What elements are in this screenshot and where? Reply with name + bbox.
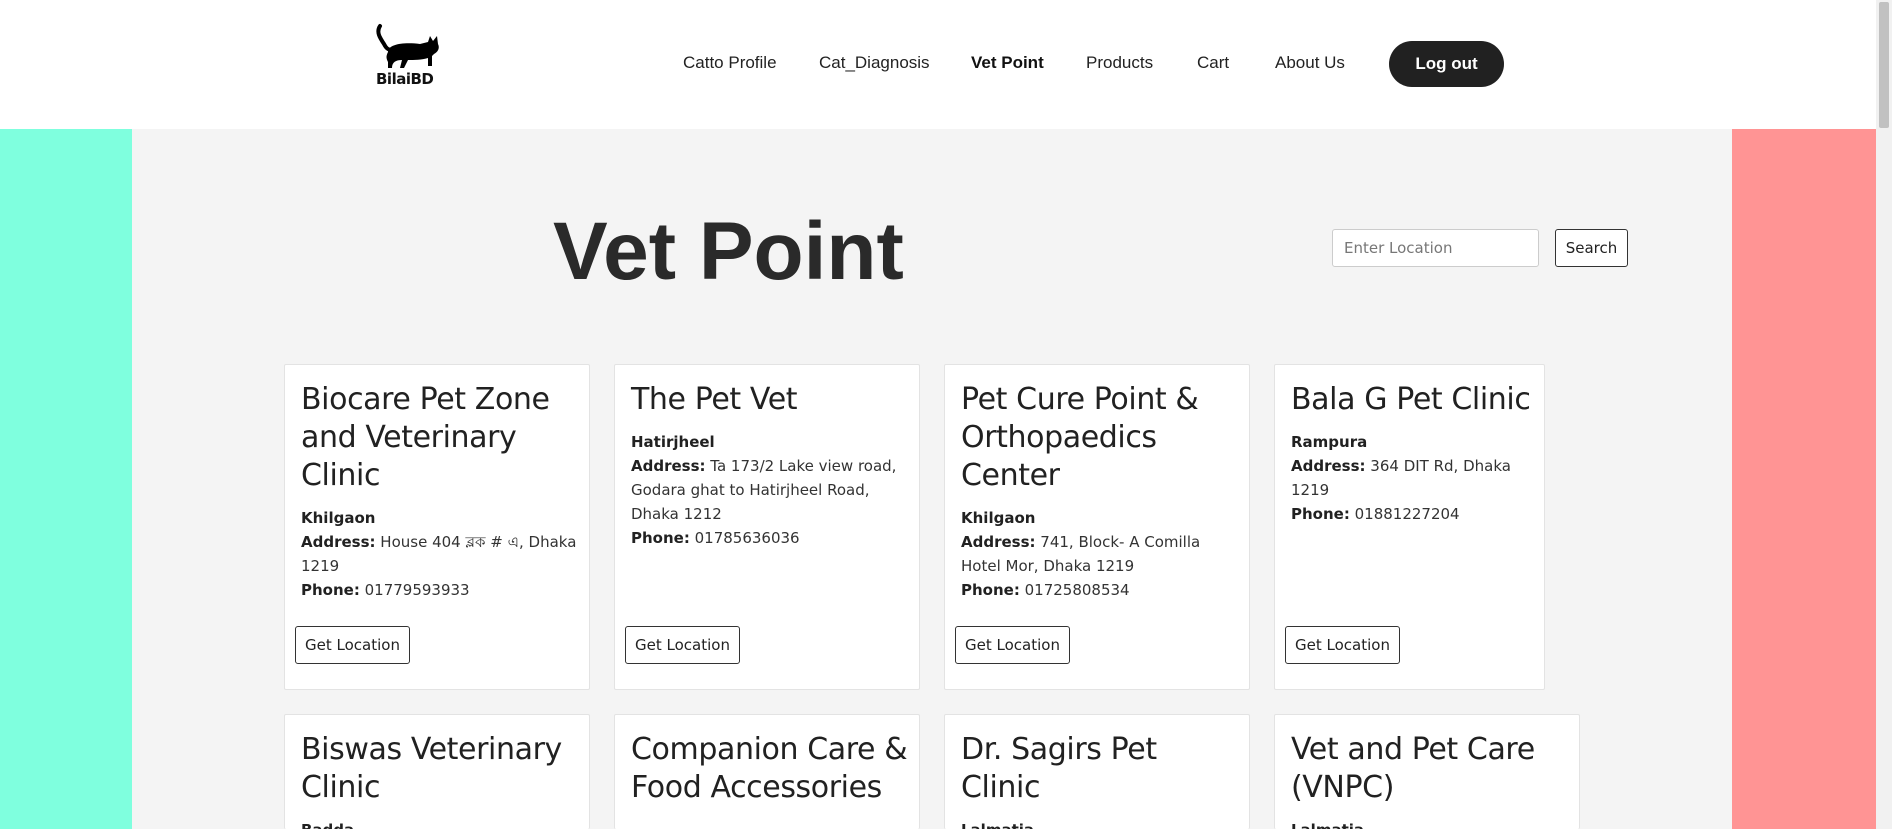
logout-button[interactable]: Log out bbox=[1389, 41, 1504, 87]
clinic-area: Lalmatia bbox=[1291, 818, 1571, 829]
clinic-name: Biswas Veterinary Clinic bbox=[301, 732, 562, 805]
clinic-name: Dr. Sagirs Pet Clinic bbox=[961, 732, 1157, 805]
clinic-details: Badda bbox=[301, 818, 581, 829]
clinic-area: Hatirjheel bbox=[631, 433, 715, 451]
clinic-details: Lalmatia bbox=[1291, 818, 1571, 829]
clinic-card: Companion Care & Food Accessories bbox=[614, 714, 920, 829]
nav-item-catto-profile[interactable]: Catto Profile bbox=[683, 53, 777, 73]
nav-item-cat-diagnosis[interactable]: Cat_Diagnosis bbox=[819, 53, 930, 73]
clinic-card: Biswas Veterinary Clinic Badda bbox=[284, 714, 590, 829]
clinic-card: Dr. Sagirs Pet Clinic Lalmatia bbox=[944, 714, 1250, 829]
clinic-card: Pet Cure Point & Orthopaedics Center Khi… bbox=[944, 364, 1250, 690]
search-button[interactable]: Search bbox=[1555, 229, 1628, 267]
clinic-name: Pet Cure Point & Orthopaedics Center bbox=[961, 382, 1199, 493]
address-label: Address: bbox=[301, 533, 376, 551]
clinic-card: Bala G Pet Clinic Rampura Address: 364 D… bbox=[1274, 364, 1545, 690]
clinic-details: Khilgaon Address: House 404 ব্লক # এ, Dh… bbox=[301, 506, 581, 602]
brand-name[interactable]: BilaiBD bbox=[376, 70, 434, 88]
address-label: Address: bbox=[1291, 457, 1366, 475]
get-location-button[interactable]: Get Location bbox=[955, 626, 1070, 664]
location-search-input[interactable] bbox=[1332, 229, 1539, 267]
phone-label: Phone: bbox=[1291, 505, 1350, 523]
clinic-name: Vet and Pet Care (VNPC) bbox=[1291, 732, 1535, 805]
scrollbar-thumb[interactable] bbox=[1879, 2, 1889, 128]
page-title: Vet Point bbox=[553, 206, 904, 297]
clinic-card: Biocare Pet Zone and Veterinary Clinic K… bbox=[284, 364, 590, 690]
phone-label: Phone: bbox=[301, 581, 360, 599]
clinic-name: Biocare Pet Zone and Veterinary Clinic bbox=[301, 382, 550, 493]
clinic-name: Companion Care & Food Accessories bbox=[631, 732, 908, 805]
phone-label: Phone: bbox=[961, 581, 1020, 599]
nav-item-about-us[interactable]: About Us bbox=[1275, 53, 1345, 73]
top-header: BilaiBD Catto Profile Cat_Diagnosis Vet … bbox=[0, 0, 1876, 129]
address-label: Address: bbox=[631, 457, 706, 475]
clinic-area: Khilgaon bbox=[961, 509, 1036, 527]
clinic-phone: 01881227204 bbox=[1354, 505, 1460, 523]
clinic-name: The Pet Vet bbox=[631, 382, 798, 417]
left-decor-bar bbox=[0, 129, 132, 829]
nav-item-vet-point[interactable]: Vet Point bbox=[971, 53, 1044, 73]
get-location-button[interactable]: Get Location bbox=[295, 626, 410, 664]
clinic-card: The Pet Vet Hatirjheel Address: Ta 173/2… bbox=[614, 364, 920, 690]
clinic-area: Khilgaon bbox=[301, 509, 376, 527]
nav-item-products[interactable]: Products bbox=[1086, 53, 1153, 73]
clinic-phone: 01779593933 bbox=[364, 581, 470, 599]
right-decor-bar bbox=[1732, 129, 1876, 829]
clinic-phone: 01725808534 bbox=[1024, 581, 1130, 599]
clinic-details: Rampura Address: 364 DIT Rd, Dhaka 1219 … bbox=[1291, 430, 1536, 526]
clinic-phone: 01785636036 bbox=[694, 529, 800, 547]
clinic-area: Lalmatia bbox=[961, 818, 1241, 829]
phone-label: Phone: bbox=[631, 529, 690, 547]
clinic-area: Rampura bbox=[1291, 433, 1368, 451]
clinic-name: Bala G Pet Clinic bbox=[1291, 382, 1531, 417]
get-location-button[interactable]: Get Location bbox=[1285, 626, 1400, 664]
nav-item-cart[interactable]: Cart bbox=[1197, 53, 1229, 73]
clinic-card: Vet and Pet Care (VNPC) Lalmatia bbox=[1274, 714, 1580, 829]
address-label: Address: bbox=[961, 533, 1036, 551]
get-location-button[interactable]: Get Location bbox=[625, 626, 740, 664]
clinic-details: Lalmatia bbox=[961, 818, 1241, 829]
clinic-area: Badda bbox=[301, 818, 581, 829]
clinic-details: Hatirjheel Address: Ta 173/2 Lake view r… bbox=[631, 430, 911, 550]
clinic-details: Khilgaon Address: 741, Block- A Comilla … bbox=[961, 506, 1241, 602]
